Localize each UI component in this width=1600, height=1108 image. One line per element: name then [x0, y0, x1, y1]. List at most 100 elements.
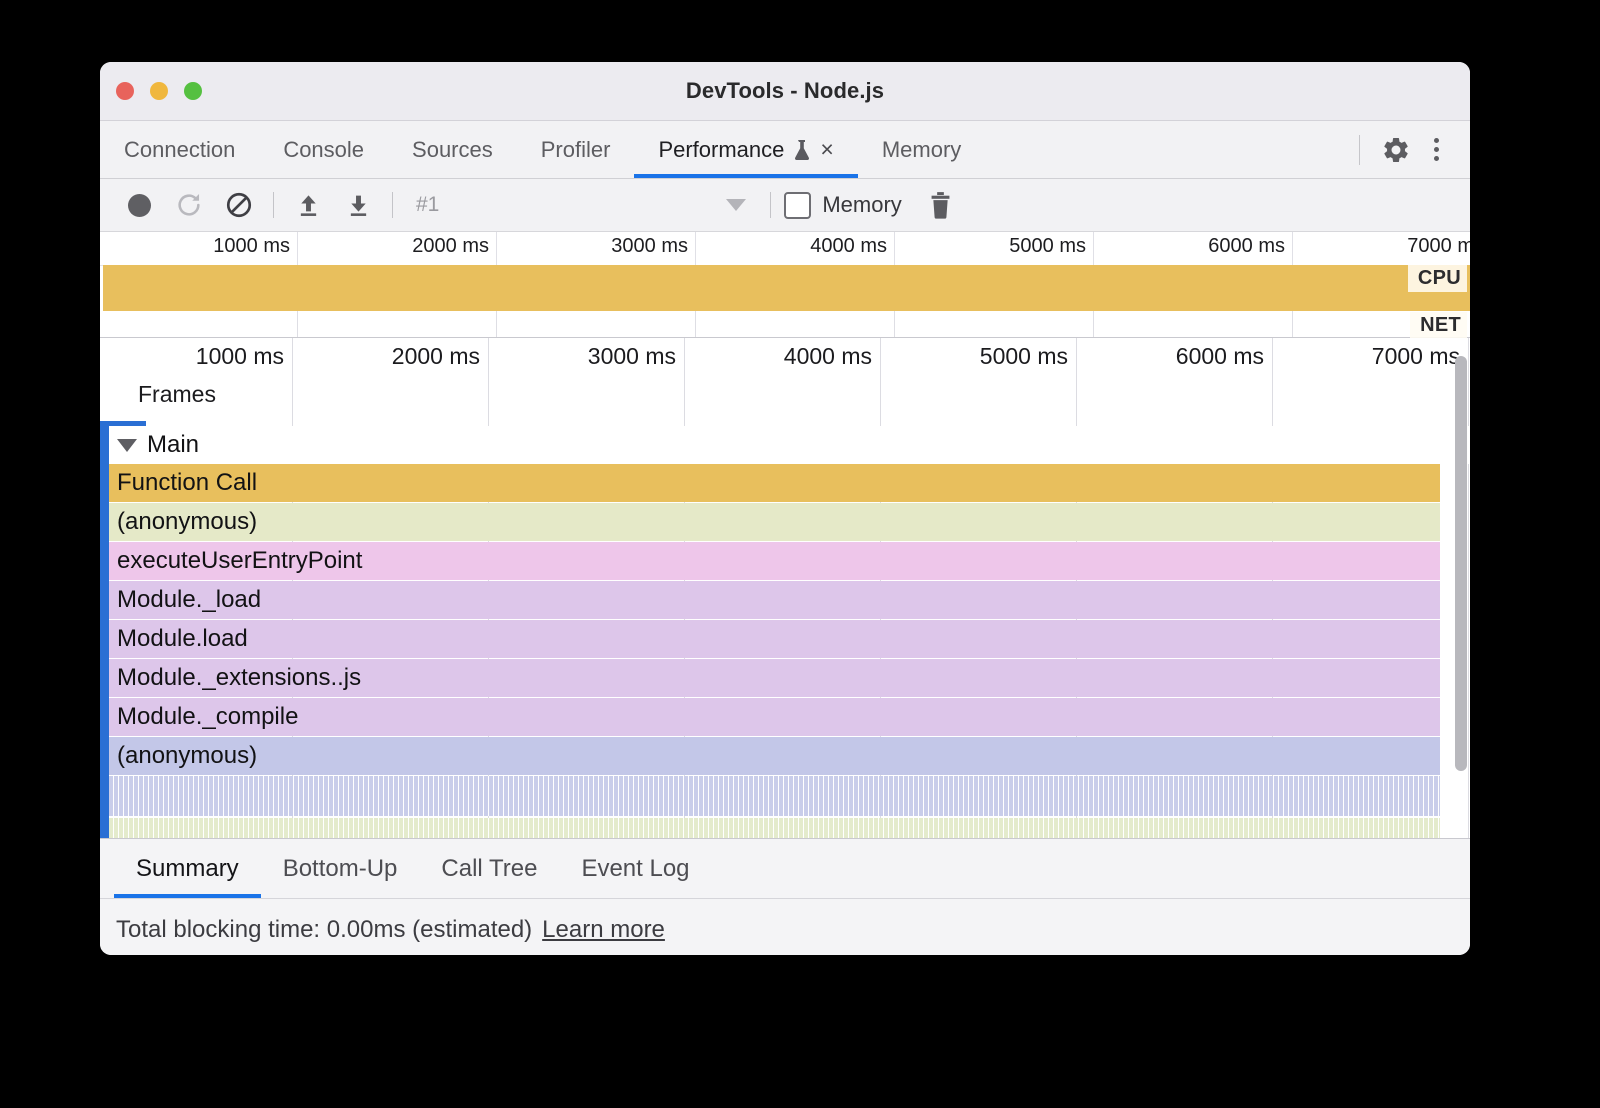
flamechart-row[interactable]: executeUserEntryPoint	[109, 542, 1470, 580]
screen: DevTools - Node.js Connection Console So…	[0, 0, 1600, 1108]
flamechart-bar[interactable]: Module._compile	[109, 698, 1440, 736]
flamechart-ruler: 1000 ms 2000 ms 3000 ms 4000 ms 5000 ms …	[100, 338, 1470, 377]
performance-toolbar: #1 Memory	[100, 179, 1470, 232]
flamechart-bar-label: Module.load	[109, 625, 248, 653]
flamechart-bar[interactable]: Module._load	[109, 581, 1440, 619]
tab-performance[interactable]: Performance ×	[634, 121, 857, 178]
clear-icon[interactable]	[214, 183, 264, 227]
frames-track[interactable]: Frames	[100, 377, 1470, 419]
overview-tick: 1000 ms	[100, 232, 298, 265]
memory-checkbox-group[interactable]: Memory	[784, 192, 901, 219]
flamechart-bar[interactable]: executeUserEntryPoint	[109, 542, 1440, 580]
flamechart-row[interactable]: Module.load	[109, 620, 1470, 658]
toolbar-divider	[273, 192, 274, 218]
window-titlebar: DevTools - Node.js	[100, 62, 1470, 121]
download-icon[interactable]	[333, 183, 383, 227]
tab-label: Console	[283, 137, 364, 163]
flamechart-bar[interactable]: Function Call	[109, 464, 1440, 502]
flamechart-bar-label: Module._load	[109, 586, 261, 614]
toolbar-divider-2	[392, 192, 393, 218]
flamechart-striped-row[interactable]	[109, 776, 1440, 816]
tab-bottom-up[interactable]: Bottom-Up	[261, 839, 420, 898]
run-index-label: #1	[416, 193, 439, 217]
flask-icon	[793, 139, 810, 161]
flamechart-bar-label: executeUserEntryPoint	[109, 547, 362, 575]
net-track	[100, 311, 1470, 337]
flamechart-bar[interactable]: (anonymous)	[109, 503, 1440, 541]
tab-memory[interactable]: Memory	[858, 121, 985, 178]
overview-gridline	[1292, 311, 1293, 337]
reload-icon[interactable]	[164, 183, 214, 227]
overview-gridline	[297, 311, 298, 337]
panel-tabbar: Connection Console Sources Profiler Perf…	[100, 121, 1470, 179]
main-track-header[interactable]: Main	[109, 426, 1470, 464]
overview-tick: 7000 ms	[1292, 232, 1470, 265]
overview-tick: 6000 ms	[1093, 232, 1293, 265]
flamechart-pane[interactable]: 1000 ms 2000 ms 3000 ms 4000 ms 5000 ms …	[100, 338, 1470, 839]
toolbar-divider-3	[770, 192, 771, 218]
tab-profiler[interactable]: Profiler	[517, 121, 635, 178]
details-tabbar: Summary Bottom-Up Call Tree Event Log	[100, 839, 1470, 899]
flamechart-bar-label: (anonymous)	[109, 742, 257, 770]
flamechart-bar[interactable]: (anonymous)	[109, 737, 1440, 775]
tab-label: Call Tree	[441, 855, 537, 883]
summary-statusbar: Total blocking time: 0.00ms (estimated) …	[100, 899, 1470, 955]
gear-icon[interactable]	[1376, 130, 1416, 170]
overview-tick: 3000 ms	[496, 232, 696, 265]
flamechart-striped-row[interactable]	[109, 818, 1440, 839]
devtools-window: DevTools - Node.js Connection Console So…	[100, 62, 1470, 955]
record-icon[interactable]	[114, 183, 164, 227]
upload-icon[interactable]	[283, 183, 333, 227]
tab-call-tree[interactable]: Call Tree	[419, 839, 559, 898]
cpu-usage-band	[103, 265, 1470, 311]
tab-summary[interactable]: Summary	[114, 839, 261, 898]
total-blocking-time-text: Total blocking time: 0.00ms (estimated)	[116, 916, 532, 944]
flamechart-bar[interactable]: Module.load	[109, 620, 1440, 658]
learn-more-link[interactable]: Learn more	[542, 916, 665, 944]
tab-console[interactable]: Console	[259, 121, 388, 178]
tab-label: Performance	[658, 137, 784, 163]
overview-tick: 5000 ms	[894, 232, 1094, 265]
main-track-label: Main	[147, 431, 199, 459]
tab-label: Summary	[136, 855, 239, 883]
flamechart-row[interactable]: (anonymous)	[109, 737, 1470, 775]
trash-icon[interactable]	[916, 183, 966, 227]
flamechart-bar[interactable]: Module._extensions..js	[109, 659, 1440, 697]
tab-label: Profiler	[541, 137, 611, 163]
overview-gridline	[695, 311, 696, 337]
frames-track-label: Frames	[138, 381, 216, 408]
flamechart-bar-label: Module._extensions..js	[109, 664, 361, 692]
flamechart-bar-label: Function Call	[109, 469, 257, 497]
flamechart-scrollbar[interactable]	[1455, 356, 1467, 771]
overview-gridline	[1093, 311, 1094, 337]
memory-label: Memory	[822, 192, 901, 218]
toolbar-right-group: Memory	[711, 183, 965, 227]
chevron-down-icon[interactable]	[711, 183, 761, 227]
flamechart-row[interactable]: Module._load	[109, 581, 1470, 619]
tab-label: Connection	[124, 137, 235, 163]
tab-event-log[interactable]: Event Log	[559, 839, 711, 898]
caret-down-icon[interactable]	[117, 439, 137, 452]
tab-label: Bottom-Up	[283, 855, 398, 883]
flamechart-row[interactable]: Function Call	[109, 464, 1470, 502]
flamechart-bar-label: Module._compile	[109, 703, 298, 731]
tab-sources[interactable]: Sources	[388, 121, 517, 178]
tab-connection[interactable]: Connection	[100, 121, 259, 178]
overview-gridline	[894, 311, 895, 337]
overview-gridline	[496, 311, 497, 337]
tabbar-actions	[1351, 121, 1470, 178]
flamechart-row[interactable]: (anonymous)	[109, 503, 1470, 541]
overview-pane[interactable]: 1000 ms 2000 ms 3000 ms 4000 ms 5000 ms …	[100, 232, 1470, 338]
overview-ruler: 1000 ms 2000 ms 3000 ms 4000 ms 5000 ms …	[100, 232, 1470, 266]
main-track-group-bar	[100, 421, 109, 838]
flamechart-bars[interactable]: Function Call (anonymous) executeUserEnt…	[109, 464, 1470, 838]
tabbar-divider	[1359, 135, 1360, 165]
close-tab-icon[interactable]: ×	[820, 138, 833, 161]
flamechart-row[interactable]: Module._compile	[109, 698, 1470, 736]
flamechart-row[interactable]: Module._extensions..js	[109, 659, 1470, 697]
overview-tick: 2000 ms	[297, 232, 497, 265]
tab-label: Event Log	[581, 855, 689, 883]
flamechart-bar-label: (anonymous)	[109, 508, 257, 536]
memory-checkbox[interactable]	[784, 192, 811, 219]
more-vertical-icon[interactable]	[1416, 130, 1456, 170]
